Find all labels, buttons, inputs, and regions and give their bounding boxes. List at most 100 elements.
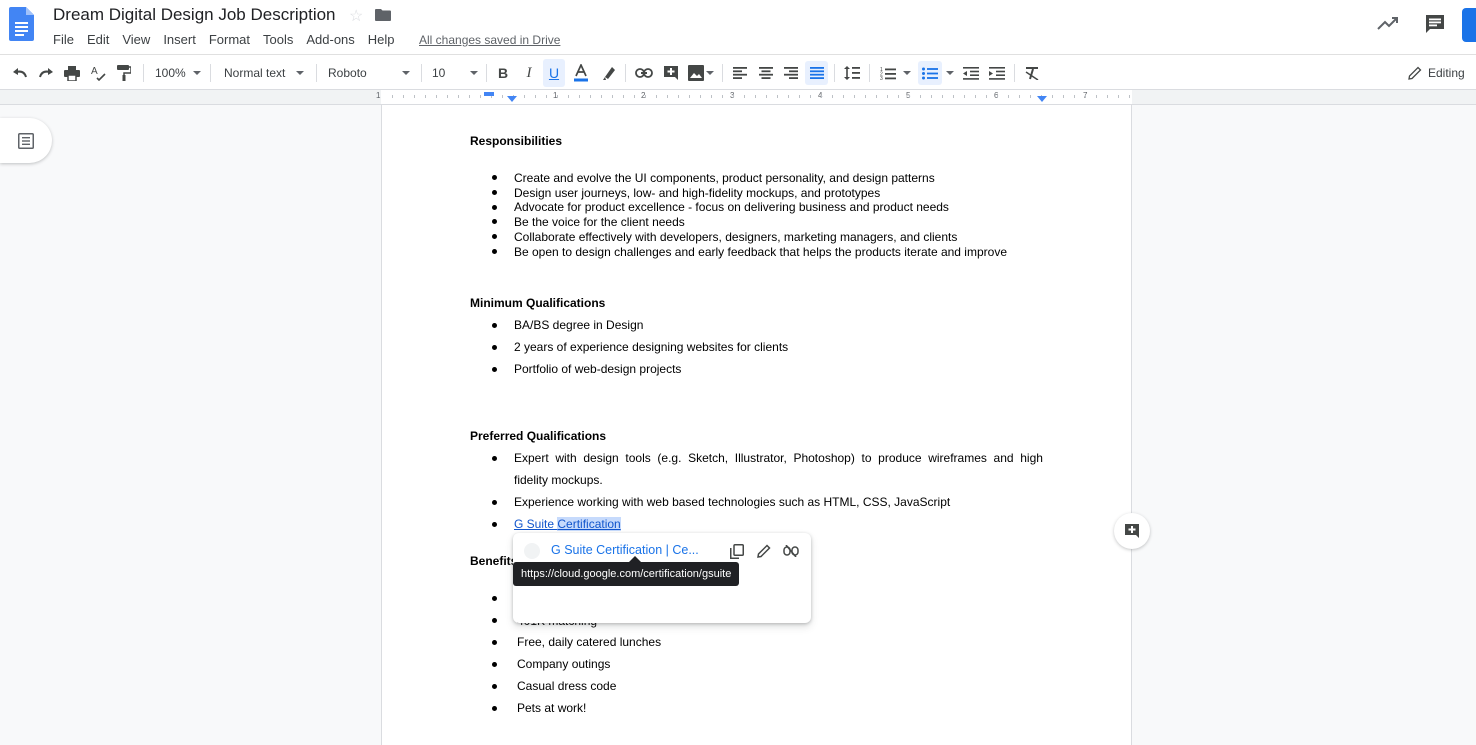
increase-indent-icon[interactable] xyxy=(986,55,1008,91)
folder-icon[interactable] xyxy=(375,9,391,21)
activity-trend-icon[interactable] xyxy=(1377,14,1399,32)
toolbar-divider xyxy=(143,64,144,82)
ruler-tick xyxy=(678,95,679,98)
undo-icon[interactable] xyxy=(10,55,30,91)
title-bar: Dream Digital Design Job Description ☆ F… xyxy=(0,0,1476,54)
insert-comment-icon[interactable] xyxy=(660,55,682,91)
ruler-tick xyxy=(997,95,998,98)
ruler-tick xyxy=(1030,95,1031,98)
toolbar: A 100% Normal text Roboto 10 B I U 1 2 3… xyxy=(0,54,1476,90)
section-heading-benefits: Benefits xyxy=(470,554,518,568)
menu-edit[interactable]: Edit xyxy=(87,32,109,50)
menu-add-ons[interactable]: Add-ons xyxy=(306,32,354,50)
ruler-tick xyxy=(821,95,822,98)
bold-icon[interactable]: B xyxy=(494,55,512,91)
ruler-tick xyxy=(656,95,657,98)
insert-link-icon[interactable] xyxy=(633,55,655,91)
save-status[interactable]: All changes saved in Drive xyxy=(419,33,560,47)
zoom-select[interactable]: 100% xyxy=(150,55,215,91)
ruler-tick xyxy=(502,95,503,98)
redo-icon[interactable] xyxy=(36,55,56,91)
menu-tools[interactable]: Tools xyxy=(263,32,293,50)
menu-format[interactable]: Format xyxy=(209,32,250,50)
edit-link-icon[interactable] xyxy=(754,541,774,561)
menu-bar: File Edit View Insert Format Tools Add-o… xyxy=(53,32,408,50)
list-item: Design user journeys, low- and high-fide… xyxy=(514,186,881,200)
line-spacing-icon[interactable] xyxy=(841,55,863,91)
ruler-tick xyxy=(392,95,393,98)
link-preview-title[interactable]: G Suite Certification | Ce... xyxy=(551,543,699,557)
decrease-indent-icon[interactable] xyxy=(960,55,982,91)
bulleted-list-icon[interactable] xyxy=(918,61,942,85)
print-icon[interactable] xyxy=(62,55,82,91)
add-comment-button[interactable] xyxy=(1114,513,1150,549)
outline-list-icon xyxy=(18,132,34,149)
bullet xyxy=(492,367,497,372)
align-right-icon[interactable] xyxy=(781,55,801,91)
ruler-tick xyxy=(744,95,745,98)
document-title[interactable]: Dream Digital Design Job Description xyxy=(53,5,336,25)
spellcheck-icon[interactable]: A xyxy=(88,55,108,91)
list-item-link[interactable]: G Suite Certification xyxy=(514,517,621,531)
ruler-tick xyxy=(909,95,910,98)
ruler-tick xyxy=(843,95,844,98)
selected-hyperlink-text[interactable]: Certification xyxy=(557,517,621,531)
document-outline-button[interactable] xyxy=(0,118,52,163)
ruler-tick xyxy=(722,95,723,98)
font-value: Roboto xyxy=(328,66,367,80)
menu-help[interactable]: Help xyxy=(368,32,395,50)
ruler-tick xyxy=(766,95,767,98)
editing-mode-button[interactable]: Editing xyxy=(1408,55,1468,91)
underline-icon[interactable]: U xyxy=(543,59,565,87)
right-indent-marker[interactable] xyxy=(1037,96,1047,102)
list-item-continuation: fidelity mockups. xyxy=(514,473,603,487)
ruler-tick xyxy=(1063,95,1064,98)
ruler-tick xyxy=(832,95,833,98)
toolbar-divider xyxy=(722,64,723,82)
bullet xyxy=(492,234,497,239)
numbered-list-icon[interactable]: 123 xyxy=(877,55,899,91)
ruler-tick xyxy=(623,95,624,98)
ruler-tick xyxy=(546,95,547,98)
align-left-icon[interactable] xyxy=(730,55,750,91)
first-line-indent-marker[interactable] xyxy=(484,92,494,96)
list-item: Portfolio of web-design projects xyxy=(514,362,682,376)
ruler-tick xyxy=(876,95,877,98)
pencil-icon xyxy=(1408,66,1422,80)
menu-insert[interactable]: Insert xyxy=(163,32,196,50)
ruler-tick xyxy=(810,95,811,98)
comments-icon[interactable] xyxy=(1424,13,1446,35)
menu-file[interactable]: File xyxy=(53,32,74,50)
insert-image-icon[interactable] xyxy=(685,55,707,91)
align-justify-icon[interactable] xyxy=(805,61,828,85)
zoom-value: 100% xyxy=(155,66,186,80)
google-docs-logo-icon[interactable] xyxy=(9,7,34,41)
hyperlink-text[interactable]: G Suite xyxy=(514,517,557,531)
paint-format-icon[interactable] xyxy=(114,55,134,91)
ruler-tick xyxy=(854,95,855,98)
toolbar-divider xyxy=(869,64,870,82)
remove-link-icon[interactable] xyxy=(781,541,801,561)
clear-formatting-icon[interactable] xyxy=(1021,55,1043,91)
ruler-tick xyxy=(590,95,591,98)
list-item: Free, daily catered lunches xyxy=(517,635,662,649)
list-item: Be the voice for the client needs xyxy=(514,215,685,229)
left-indent-marker[interactable] xyxy=(507,96,517,102)
star-icon[interactable]: ☆ xyxy=(349,6,363,26)
italic-icon[interactable]: I xyxy=(520,55,538,91)
bullet xyxy=(492,175,497,180)
text-color-icon[interactable] xyxy=(570,55,592,91)
numbered-list-chevron-down-icon xyxy=(903,71,911,75)
share-button[interactable] xyxy=(1462,8,1476,42)
bullet xyxy=(492,345,497,350)
ruler-tick xyxy=(755,95,756,98)
ruler-tick xyxy=(733,95,734,98)
document-page[interactable]: Responsibilities Create and evolve the U… xyxy=(381,105,1132,745)
copy-link-icon[interactable] xyxy=(727,541,747,561)
highlight-color-icon[interactable] xyxy=(598,55,620,91)
ruler-tick xyxy=(887,95,888,98)
align-center-icon[interactable] xyxy=(756,55,776,91)
menu-view[interactable]: View xyxy=(122,32,150,50)
toolbar-divider xyxy=(486,64,487,82)
bullet xyxy=(492,640,497,645)
